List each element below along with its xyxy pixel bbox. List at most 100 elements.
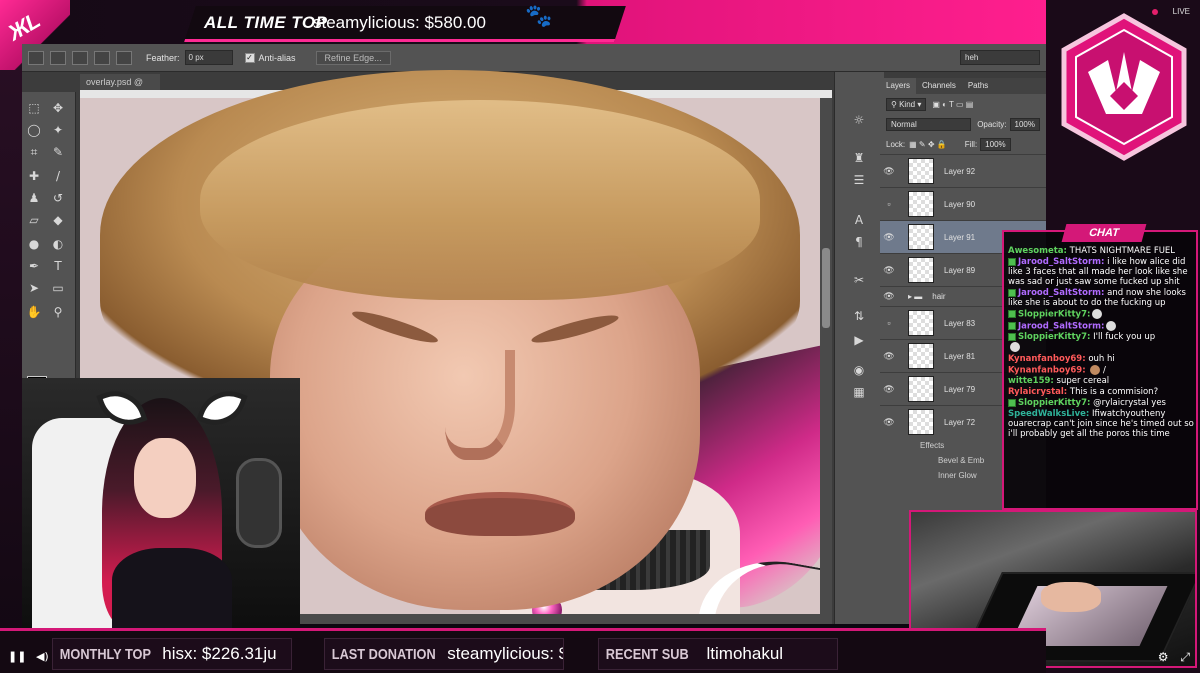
chat-username[interactable]: Kynanfanboy69: bbox=[1008, 354, 1086, 364]
dodge-tool-icon[interactable]: ◐ bbox=[50, 236, 66, 252]
lock-icons[interactable]: ▦ ✎ ✥ 🔒 bbox=[909, 140, 947, 149]
fill-label: Fill: bbox=[964, 139, 978, 149]
new-selection-mode[interactable] bbox=[50, 50, 66, 65]
swatches-panel-icon[interactable]: ▦ bbox=[851, 384, 867, 400]
chat-username[interactable]: Awesometa: bbox=[1008, 246, 1067, 256]
eye-icon[interactable]: 👁 bbox=[880, 351, 898, 362]
chat-username[interactable]: Kynanfanboy69: bbox=[1008, 365, 1086, 375]
tab-layers[interactable]: Layers bbox=[880, 78, 917, 94]
face-nose bbox=[445, 350, 515, 460]
chat-message: SloppierKitty7: @rylaicrystal yes bbox=[1008, 398, 1196, 408]
tab-channels[interactable]: Channels bbox=[916, 78, 962, 94]
recent-sub-ticker: RECENT SUB ltimohakul bbox=[598, 638, 838, 670]
eye-icon[interactable]: 👁 bbox=[880, 384, 898, 395]
magic-wand-icon[interactable]: ✦ bbox=[50, 122, 66, 138]
fill-input[interactable]: 100% bbox=[980, 137, 1011, 151]
chat-username[interactable]: SloppierKitty7: bbox=[1018, 310, 1090, 320]
zoom-tool-icon[interactable]: ⚲ bbox=[50, 304, 66, 320]
chat-username[interactable]: Rylaicrystal: bbox=[1008, 387, 1067, 397]
chat-username[interactable]: SloppierKitty7: bbox=[1018, 398, 1090, 408]
layer-thumbnail bbox=[908, 191, 934, 217]
layer-name: Layer 89 bbox=[944, 265, 976, 275]
chat-username[interactable]: Jarood_SaltStorm: bbox=[1018, 257, 1104, 267]
adjustments-icon[interactable]: ☼ bbox=[851, 112, 867, 128]
blur-tool-icon[interactable]: ● bbox=[26, 236, 42, 252]
moderator-badge-icon bbox=[1008, 321, 1016, 330]
brush-panel-icon[interactable]: ♜ bbox=[851, 150, 867, 166]
layer-name: Layer 91 bbox=[944, 232, 976, 242]
lasso-tool-preset[interactable] bbox=[28, 50, 44, 65]
canvas-scroll-thumb[interactable] bbox=[822, 248, 830, 328]
eye-icon[interactable]: 👁 bbox=[880, 417, 898, 428]
chat-username[interactable]: SloppierKitty7: bbox=[1018, 332, 1090, 342]
layer-row[interactable]: 👁 Layer 92 bbox=[880, 154, 1046, 187]
player-controls-left: ❚❚ ◀) bbox=[8, 650, 49, 663]
chat-text: THATS NIGHTMARE FUEL bbox=[1069, 246, 1176, 256]
hand-tool-icon[interactable]: ✋ bbox=[26, 304, 42, 320]
moderator-badge-icon bbox=[1008, 398, 1016, 407]
eye-icon[interactable]: 👁 bbox=[880, 166, 898, 177]
opacity-input[interactable]: 100% bbox=[1009, 117, 1040, 131]
gear-icon[interactable]: ⚙ bbox=[1158, 650, 1169, 664]
eye-off-icon[interactable]: ▫ bbox=[880, 199, 898, 209]
layer-kind-filter[interactable]: ⚲ Kind ▾ bbox=[886, 97, 927, 111]
canvas-vertical-scrollbar[interactable] bbox=[820, 98, 832, 624]
recent-sub-label: RECENT SUB bbox=[605, 645, 689, 663]
pen-tool-icon[interactable]: ✒ bbox=[26, 258, 42, 274]
layer-name: hair bbox=[932, 292, 946, 301]
chat-username[interactable]: SpeedWalksLive: bbox=[1008, 409, 1089, 419]
workspace-search[interactable]: heh bbox=[960, 50, 1040, 65]
eye-off-icon[interactable]: ▫ bbox=[880, 318, 898, 328]
lasso-tool-icon[interactable]: ◯ bbox=[26, 122, 42, 138]
chat-username[interactable]: Jarood_SaltStorm: bbox=[1018, 321, 1104, 331]
crop-tool-icon[interactable]: ⌗ bbox=[26, 144, 42, 160]
eraser-icon[interactable]: ▱ bbox=[26, 212, 42, 228]
character-panel-icon[interactable]: A bbox=[851, 212, 867, 228]
brush-presets-icon[interactable]: ☰ bbox=[851, 172, 867, 188]
moderator-badge-icon bbox=[1008, 257, 1016, 266]
eyedropper-icon[interactable]: ✎ bbox=[50, 144, 66, 160]
tab-paths[interactable]: Paths bbox=[962, 78, 994, 94]
chat-username[interactable]: Jarood_SaltStorm: bbox=[1018, 288, 1104, 298]
chat-username[interactable]: witte159: bbox=[1008, 376, 1054, 386]
eye-icon[interactable]: 👁 bbox=[880, 232, 898, 243]
emote-icon bbox=[1010, 342, 1020, 352]
fullscreen-icon[interactable]: ⤢ bbox=[1180, 650, 1190, 664]
layer-row[interactable]: ▫ Layer 90 bbox=[880, 187, 1046, 220]
paragraph-panel-icon[interactable]: ¶ bbox=[851, 234, 867, 250]
shape-tool-icon[interactable]: ▭ bbox=[50, 280, 66, 296]
filter-icons[interactable]: ▣ ◐ T ▭ ▤ bbox=[932, 100, 973, 109]
eye-icon[interactable]: 👁 bbox=[880, 265, 898, 276]
type-tool-icon[interactable]: T bbox=[50, 258, 66, 274]
alltime-top-value: steamylicious: $580.00 bbox=[313, 13, 486, 32]
emote-icon bbox=[1090, 364, 1101, 375]
player-controls-right: ⚙ ⤢ bbox=[1158, 650, 1190, 665]
lock-row: Lock: ▦ ✎ ✥ 🔒 Fill: 100% bbox=[880, 134, 1046, 154]
chat-text: ouh hi bbox=[1088, 353, 1115, 364]
move-tool-icon[interactable]: ✥ bbox=[50, 100, 66, 116]
folder-icon: ▸ ▬ bbox=[908, 292, 923, 301]
marquee-tool-icon[interactable]: ⬚ bbox=[26, 100, 42, 116]
history-panel-icon[interactable]: ⇅ bbox=[851, 308, 867, 324]
tools-preset-icon[interactable]: ✂ bbox=[851, 272, 867, 288]
eye-icon[interactable]: 👁 bbox=[880, 291, 898, 302]
actions-panel-icon[interactable]: ▶ bbox=[851, 332, 867, 348]
path-select-icon[interactable]: ➤ bbox=[26, 280, 42, 296]
blend-mode-select[interactable]: Normal bbox=[886, 117, 972, 131]
emote-icon bbox=[1092, 309, 1103, 319]
chat-message: SpeedWalksLive: Ifiwatchyoutheny ouarecr… bbox=[1008, 409, 1196, 439]
paw-icon: 🐾 bbox=[525, 4, 553, 29]
brush-tool-icon[interactable]: / bbox=[50, 168, 66, 184]
clone-stamp-icon[interactable]: ♟ bbox=[26, 190, 42, 206]
layer-name: Layer 83 bbox=[944, 318, 976, 328]
paint-bucket-icon[interactable]: ◆ bbox=[50, 212, 66, 228]
pause-icon[interactable]: ❚❚ bbox=[8, 650, 26, 663]
opacity-label: Opacity: bbox=[977, 119, 1007, 129]
volume-icon[interactable]: ◀) bbox=[36, 650, 49, 663]
styles-panel-icon[interactable]: ◉ bbox=[851, 362, 867, 378]
healing-brush-icon[interactable]: ✚ bbox=[26, 168, 42, 184]
monthly-top-label: MONTHLY TOP bbox=[59, 645, 151, 663]
history-brush-icon[interactable]: ↺ bbox=[50, 190, 66, 206]
last-donation-value: steamylicious: $ bbox=[447, 644, 564, 663]
hexagon-channel-logo bbox=[1061, 13, 1187, 161]
